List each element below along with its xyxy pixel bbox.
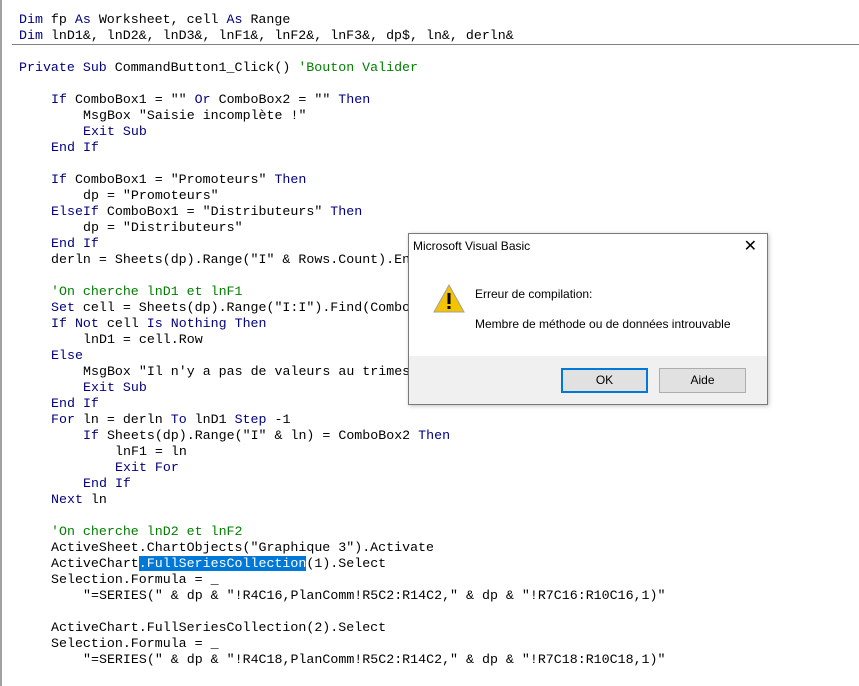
code-line[interactable]: lnD1 = cell.Row: [83, 332, 203, 348]
code-line[interactable]: If ComboBox1 = "Promoteurs" Then: [51, 172, 306, 188]
code-line[interactable]: Exit Sub: [83, 380, 147, 396]
compile-error-dialog: Microsoft Visual Basic ✕ Erreur de compi…: [408, 233, 768, 405]
selected-text[interactable]: .FullSeriesCollection: [138, 556, 307, 571]
code-line[interactable]: 'On cherche lnD1 et lnF1: [51, 284, 243, 300]
code-line[interactable]: End If: [83, 476, 131, 492]
code-line[interactable]: MsgBox "Saisie incomplète !": [83, 108, 306, 124]
code-line[interactable]: Selection.Formula = _: [51, 572, 219, 588]
code-line[interactable]: Private Sub CommandButton1_Click() 'Bout…: [19, 60, 418, 76]
code-line[interactable]: End If: [51, 236, 99, 252]
code-line[interactable]: ActiveChart.FullSeriesCollection(1).Sele…: [51, 556, 386, 572]
code-line[interactable]: Next ln: [51, 492, 107, 508]
code-line[interactable]: If Not cell Is Nothing Then: [51, 316, 267, 332]
code-line[interactable]: End If: [51, 396, 99, 412]
code-line[interactable]: dp = "Distributeurs": [83, 220, 243, 236]
error-message: Membre de méthode ou de données introuva…: [475, 317, 731, 331]
help-button[interactable]: Aide: [659, 368, 746, 393]
dialog-title: Microsoft Visual Basic: [413, 239, 531, 253]
code-line[interactable]: Else: [51, 348, 83, 364]
code-line[interactable]: If ComboBox1 = "" Or ComboBox2 = "" Then: [51, 92, 370, 108]
code-line[interactable]: MsgBox "Il n'y a pas de valeurs au trime…: [83, 364, 410, 380]
code-line[interactable]: Dim fp As Worksheet, cell As Range: [19, 12, 290, 28]
code-line[interactable]: Dim lnD1&, lnD2&, lnD3&, lnF1&, lnF2&, l…: [19, 28, 514, 44]
code-line[interactable]: "=SERIES(" & dp & "!R4C16,PlanComm!R5C2:…: [83, 588, 666, 604]
code-line[interactable]: Selection.Formula = _: [51, 636, 219, 652]
code-line[interactable]: ActiveChart.FullSeriesCollection(2).Sele…: [51, 620, 386, 636]
code-line[interactable]: 'On cherche lnD2 et lnF2: [51, 524, 243, 540]
code-line[interactable]: Set cell = Sheets(dp).Range("I:I").Find(…: [51, 300, 410, 316]
code-line[interactable]: For ln = derln To lnD1 Step -1: [51, 412, 290, 428]
code-line[interactable]: "=SERIES(" & dp & "!R4C18,PlanComm!R5C2:…: [83, 652, 666, 668]
error-heading: Erreur de compilation:: [475, 287, 593, 301]
code-line[interactable]: Exit For: [115, 460, 179, 476]
close-icon[interactable]: ✕: [744, 236, 757, 256]
declarations-separator: [12, 44, 859, 45]
code-line[interactable]: lnF1 = ln: [115, 444, 187, 460]
code-line[interactable]: If Sheets(dp).Range("I" & ln) = ComboBox…: [83, 428, 450, 444]
warning-icon: [433, 284, 465, 313]
code-line[interactable]: ElseIf ComboBox1 = "Distributeurs" Then: [51, 204, 362, 220]
code-line[interactable]: derln = Sheets(dp).Range("I" & Rows.Coun…: [51, 252, 410, 268]
code-line[interactable]: dp = "Promoteurs": [83, 188, 219, 204]
ok-button[interactable]: OK: [561, 368, 648, 393]
code-line[interactable]: End If: [51, 140, 99, 156]
code-line[interactable]: Exit Sub: [83, 124, 147, 140]
code-line[interactable]: ActiveSheet.ChartObjects("Graphique 3").…: [51, 540, 434, 556]
